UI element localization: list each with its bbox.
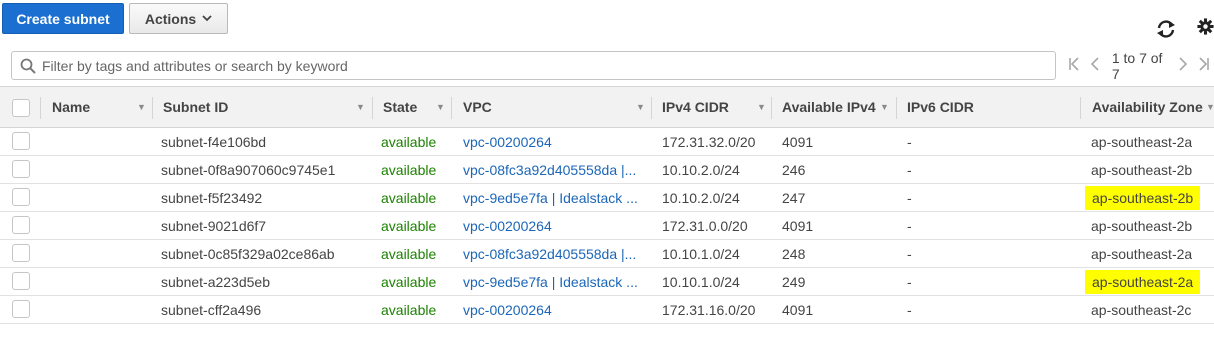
- row-state: available: [381, 161, 437, 178]
- row-ipv4-cidr: 10.10.1.0/24: [662, 245, 740, 262]
- table-row[interactable]: subnet-9021d6f7 available vpc-00200264 172.…: [0, 212, 1214, 240]
- row-subnet-id: subnet-cff2a496: [161, 301, 262, 318]
- row-availability-zone: ap-southeast-2b: [1085, 184, 1201, 211]
- pagination-text: 1 to 7 of 7: [1111, 49, 1163, 82]
- gear-icon[interactable]: [1197, 18, 1214, 35]
- row-state: available: [381, 133, 437, 150]
- sort-caret-icon[interactable]: ▼: [757, 87, 766, 127]
- row-ipv4-cidr: 172.31.32.0/20: [662, 133, 756, 150]
- prev-page-icon[interactable]: [1085, 55, 1106, 76]
- row-subnet-id: subnet-f4e106bd: [161, 133, 267, 150]
- sort-caret-icon[interactable]: ▼: [880, 87, 889, 127]
- sort-caret-icon[interactable]: ▼: [356, 87, 365, 127]
- row-ipv6-cidr: -: [907, 245, 912, 262]
- col-az-header[interactable]: Availability Zone: [1092, 87, 1203, 127]
- row-ipv4-cidr: 10.10.1.0/24: [662, 273, 740, 290]
- row-checkbox[interactable]: [12, 160, 30, 178]
- filter-box[interactable]: [11, 51, 1056, 80]
- row-availability-zone: ap-southeast-2a: [1085, 268, 1201, 295]
- row-state: available: [381, 189, 437, 206]
- col-name-header[interactable]: Name: [52, 87, 90, 127]
- row-availability-zone: ap-southeast-2a: [1091, 133, 1193, 150]
- row-vpc-link[interactable]: vpc-9ed5e7fa | Idealstack ...: [463, 184, 643, 211]
- row-availability-zone: ap-southeast-2a: [1091, 245, 1193, 262]
- chevron-down-icon: [202, 15, 212, 22]
- subnets-table: Name ▼ Subnet ID ▼ State ▼ VPC ▼ IPv4 CI…: [0, 86, 1214, 324]
- row-checkbox[interactable]: [12, 272, 30, 290]
- table-row[interactable]: subnet-a223d5eb available vpc-9ed5e7fa | I…: [0, 268, 1214, 296]
- row-available-ipv4: 248: [782, 245, 806, 262]
- row-vpc-link[interactable]: vpc-00200264: [463, 128, 643, 155]
- row-vpc-link[interactable]: vpc-08fc3a92d405558da |...: [463, 240, 643, 267]
- search-icon: [20, 58, 36, 74]
- row-ipv6-cidr: -: [907, 273, 912, 290]
- az-highlight: ap-southeast-2b: [1085, 185, 1201, 210]
- select-all-checkbox[interactable]: [12, 99, 30, 117]
- row-state: available: [381, 245, 437, 262]
- row-ipv6-cidr: -: [907, 133, 912, 150]
- row-available-ipv4: 4091: [782, 133, 814, 150]
- create-subnet-label: Create subnet: [16, 10, 110, 27]
- create-subnet-button[interactable]: Create subnet: [2, 3, 124, 34]
- row-checkbox[interactable]: [12, 300, 30, 318]
- row-availability-zone: ap-southeast-2b: [1091, 217, 1193, 234]
- table-row[interactable]: subnet-cff2a496 available vpc-00200264 172.…: [0, 296, 1214, 324]
- row-available-ipv4: 4091: [782, 217, 814, 234]
- row-subnet-id: subnet-f5f23492: [161, 189, 263, 206]
- col-available-ipv4-header[interactable]: Available IPv4: [782, 87, 876, 127]
- row-checkbox[interactable]: [12, 132, 30, 150]
- col-ipv6-cidr-header[interactable]: IPv6 CIDR: [907, 87, 974, 127]
- row-ipv6-cidr: -: [907, 189, 912, 206]
- col-ipv4-cidr-header[interactable]: IPv4 CIDR: [662, 87, 729, 127]
- table-row[interactable]: subnet-0c85f329a02ce86ab available vpc-08f…: [0, 240, 1214, 268]
- row-state: available: [381, 217, 437, 234]
- row-vpc-link[interactable]: vpc-9ed5e7fa | Idealstack ...: [463, 268, 643, 295]
- table-row[interactable]: subnet-f5f23492 available vpc-9ed5e7fa | I…: [0, 184, 1214, 212]
- row-ipv4-cidr: 172.31.0.0/20: [662, 217, 748, 234]
- row-checkbox[interactable]: [12, 188, 30, 206]
- sort-caret-icon[interactable]: ▼: [137, 87, 146, 127]
- row-checkbox[interactable]: [12, 244, 30, 262]
- actions-label: Actions: [144, 10, 197, 27]
- row-available-ipv4: 247: [782, 189, 806, 206]
- row-checkbox[interactable]: [12, 216, 30, 234]
- table-row[interactable]: subnet-f4e106bd available vpc-00200264 172.…: [0, 128, 1214, 156]
- next-page-icon[interactable]: [1172, 55, 1193, 76]
- row-subnet-id: subnet-a223d5eb: [161, 273, 270, 290]
- table-header: Name ▼ Subnet ID ▼ State ▼ VPC ▼ IPv4 CI…: [0, 86, 1214, 128]
- row-ipv4-cidr: 10.10.2.0/24: [662, 161, 740, 178]
- refresh-icon[interactable]: [1155, 18, 1177, 40]
- az-highlight: ap-southeast-2a: [1085, 269, 1201, 294]
- row-subnet-id: subnet-9021d6f7: [161, 217, 267, 234]
- row-subnet-id: subnet-0c85f329a02ce86ab: [161, 245, 335, 262]
- row-ipv4-cidr: 10.10.2.0/24: [662, 189, 740, 206]
- row-ipv6-cidr: -: [907, 301, 912, 318]
- row-vpc-link[interactable]: vpc-08fc3a92d405558da |...: [463, 156, 643, 183]
- last-page-icon[interactable]: [1193, 55, 1214, 76]
- row-availability-zone: ap-southeast-2b: [1091, 161, 1193, 178]
- actions-button[interactable]: Actions: [129, 3, 228, 34]
- table-row[interactable]: subnet-0f8a907060c9745e1 available vpc-08f…: [0, 156, 1214, 184]
- col-state-header[interactable]: State: [383, 87, 417, 127]
- row-available-ipv4: 249: [782, 273, 806, 290]
- pagination: 1 to 7 of 7: [1064, 49, 1214, 82]
- row-availability-zone: ap-southeast-2c: [1091, 301, 1192, 318]
- filter-input[interactable]: [42, 57, 1055, 74]
- row-ipv4-cidr: 172.31.16.0/20: [662, 301, 756, 318]
- row-subnet-id: subnet-0f8a907060c9745e1: [161, 161, 336, 178]
- sort-caret-icon[interactable]: ▼: [636, 87, 645, 127]
- row-ipv6-cidr: -: [907, 161, 912, 178]
- sort-caret-icon[interactable]: ▼: [1206, 87, 1214, 127]
- row-vpc-link[interactable]: vpc-00200264: [463, 212, 643, 239]
- col-subnet-id-header[interactable]: Subnet ID: [163, 87, 228, 127]
- row-available-ipv4: 4091: [782, 301, 814, 318]
- sort-caret-icon[interactable]: ▼: [436, 87, 445, 127]
- row-available-ipv4: 246: [782, 161, 806, 178]
- row-state: available: [381, 301, 437, 318]
- row-vpc-link[interactable]: vpc-00200264: [463, 296, 643, 323]
- first-page-icon[interactable]: [1064, 55, 1085, 76]
- col-vpc-header[interactable]: VPC: [463, 87, 492, 127]
- row-ipv6-cidr: -: [907, 217, 912, 234]
- row-state: available: [381, 273, 437, 290]
